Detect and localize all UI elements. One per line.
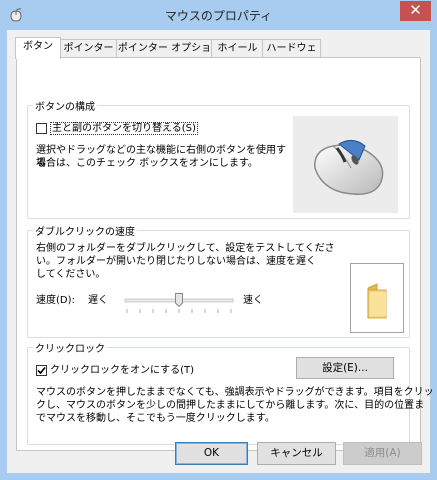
ok-button[interactable]: OK xyxy=(175,442,248,465)
group-label: ダブルクリックの速度 xyxy=(33,223,137,238)
click-lock-description-2: クし、マウスのボタンを少しの間押したままにしてから離します。次に、目的の位置ま xyxy=(36,400,425,411)
click-lock-description-3: でマウスを移動し、そこでもう一度クリックします。 xyxy=(36,413,275,424)
tab-label: ポインター xyxy=(63,43,114,54)
button-config-group: ボタンの構成 主と副のボタンを切り替える(S) 選択やドラッグなどの主な機能に右… xyxy=(27,98,410,219)
button-config-description-2: 場合は、このチェック ボックスをオンにします。 xyxy=(36,158,258,169)
tab-wheel[interactable]: ホイール xyxy=(211,39,264,58)
mouse-image-frame xyxy=(293,116,398,213)
window-frame-right xyxy=(430,30,437,480)
group-label: クリックロック xyxy=(33,340,107,355)
tab-pointer-options[interactable]: ポインター オプション xyxy=(116,39,213,72)
folder-icon[interactable] xyxy=(351,264,403,332)
double-click-description-3: してください。 xyxy=(36,269,106,280)
group-label: ボタンの構成 xyxy=(33,98,97,113)
swap-buttons-checkbox[interactable] xyxy=(36,123,47,134)
speed-slider[interactable] xyxy=(123,289,235,317)
tab-label: ボタン xyxy=(23,41,53,52)
click-lock-group: クリックロック クリックロックをオンにする(T) 設定(E)... マウスのボタ… xyxy=(27,340,434,445)
button-label: OK xyxy=(203,447,220,459)
slow-label: 遅く xyxy=(88,295,108,306)
tab-label: ホイール xyxy=(217,43,258,54)
title-bar[interactable]: マウスのプロパティ ✕ xyxy=(0,0,437,30)
double-click-description-2: い。フォルダーが開いたり閉じたりしない場合は、速度を遅く xyxy=(36,256,316,267)
close-button[interactable]: ✕ xyxy=(400,1,431,21)
click-lock-checkbox[interactable] xyxy=(36,365,47,376)
button-label: 設定(E)... xyxy=(322,362,368,374)
close-icon: ✕ xyxy=(409,1,422,19)
swap-buttons-label[interactable]: 主と副のボタンを切り替える(S) xyxy=(50,122,198,135)
double-click-group: ダブルクリックの速度 右側のフォルダーをダブルクリックして、設定をテストしてくだ… xyxy=(27,223,410,338)
tab-buttons[interactable]: ボタン xyxy=(15,37,61,59)
window-frame-bottom xyxy=(0,473,437,480)
mouse-icon xyxy=(314,140,384,195)
speed-label: 速度(D): xyxy=(36,295,75,306)
cancel-button[interactable]: キャンセル xyxy=(257,442,336,465)
tab-pointers[interactable]: ポインター xyxy=(59,39,118,58)
click-lock-settings-button[interactable]: 設定(E)... xyxy=(296,357,394,379)
button-label: キャンセル xyxy=(270,447,323,459)
tab-panel-buttons: ボタンの構成 主と副のボタンを切り替える(S) 選択やドラッグなどの主な機能に右… xyxy=(16,57,434,451)
window-frame-left xyxy=(0,30,7,480)
window-title: マウスのプロパティ xyxy=(164,9,273,23)
checkmark-icon xyxy=(37,366,46,375)
fast-label: 速く xyxy=(243,295,263,306)
click-lock-description-1: マウスのボタンを押したままでなくても、強調表示やドラッグができます。項目をクリッ xyxy=(36,387,434,398)
double-click-description-1: 右側のフォルダーをダブルクリックして、設定をテストしてくださ xyxy=(36,243,335,254)
button-label: 適用(A) xyxy=(364,447,401,459)
tab-hardware[interactable]: ハードウェア xyxy=(262,39,321,72)
slider-thumb[interactable] xyxy=(175,293,183,308)
dialog-client-area: ボタン ポインター ポインター オプション ホイール ハードウェア ボタンの構成… xyxy=(7,30,434,473)
test-folder-frame[interactable] xyxy=(350,263,404,333)
click-lock-label[interactable]: クリックロックをオンにする(T) xyxy=(50,364,194,377)
apply-button[interactable]: 適用(A) xyxy=(343,442,422,465)
